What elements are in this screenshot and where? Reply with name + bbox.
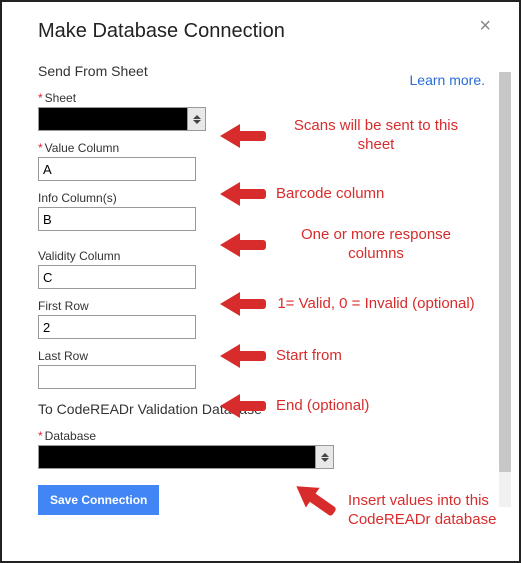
arrow-left-icon bbox=[220, 292, 268, 316]
sheet-select[interactable] bbox=[38, 107, 206, 131]
arrow-left-icon bbox=[220, 182, 268, 206]
annotation-value-column: Barcode column bbox=[220, 182, 384, 206]
first-row-input[interactable] bbox=[38, 315, 196, 339]
scrollbar-thumb[interactable] bbox=[499, 72, 511, 472]
last-row-input[interactable] bbox=[38, 365, 196, 389]
sheet-label: *Sheet bbox=[38, 91, 491, 105]
learn-more-link[interactable]: Learn more. bbox=[410, 72, 485, 88]
info-columns-input[interactable] bbox=[38, 207, 196, 231]
save-connection-button[interactable]: Save Connection bbox=[38, 485, 159, 515]
database-select[interactable] bbox=[38, 445, 334, 469]
scrollbar-track[interactable] bbox=[499, 72, 511, 507]
annotation-sheet: Scans will be sent to this sheet bbox=[220, 117, 476, 155]
arrow-left-icon bbox=[220, 344, 268, 368]
arrow-left-icon bbox=[220, 124, 268, 148]
close-icon[interactable]: × bbox=[479, 16, 491, 36]
annotation-info-columns: One or more response columns bbox=[220, 226, 476, 264]
annotation-last-row: End (optional) bbox=[220, 394, 369, 418]
arrow-left-icon bbox=[220, 394, 268, 418]
database-label: *Database bbox=[38, 429, 491, 443]
annotation-validity-column: 1= Valid, 0 = Invalid (optional) bbox=[220, 292, 476, 316]
annotation-first-row: Start from bbox=[220, 344, 342, 368]
dialog: Make Database Connection × Send From She… bbox=[2, 2, 519, 561]
arrow-left-icon bbox=[289, 476, 342, 523]
annotation-database: Insert values into this CodeREADr databa… bbox=[292, 492, 521, 530]
value-column-input[interactable] bbox=[38, 157, 196, 181]
validity-column-input[interactable] bbox=[38, 265, 196, 289]
field-database: *Database bbox=[38, 429, 491, 469]
chevron-sort-icon bbox=[315, 446, 333, 468]
arrow-left-icon bbox=[220, 233, 268, 257]
dialog-title: Make Database Connection bbox=[38, 20, 491, 43]
chevron-sort-icon bbox=[187, 108, 205, 130]
